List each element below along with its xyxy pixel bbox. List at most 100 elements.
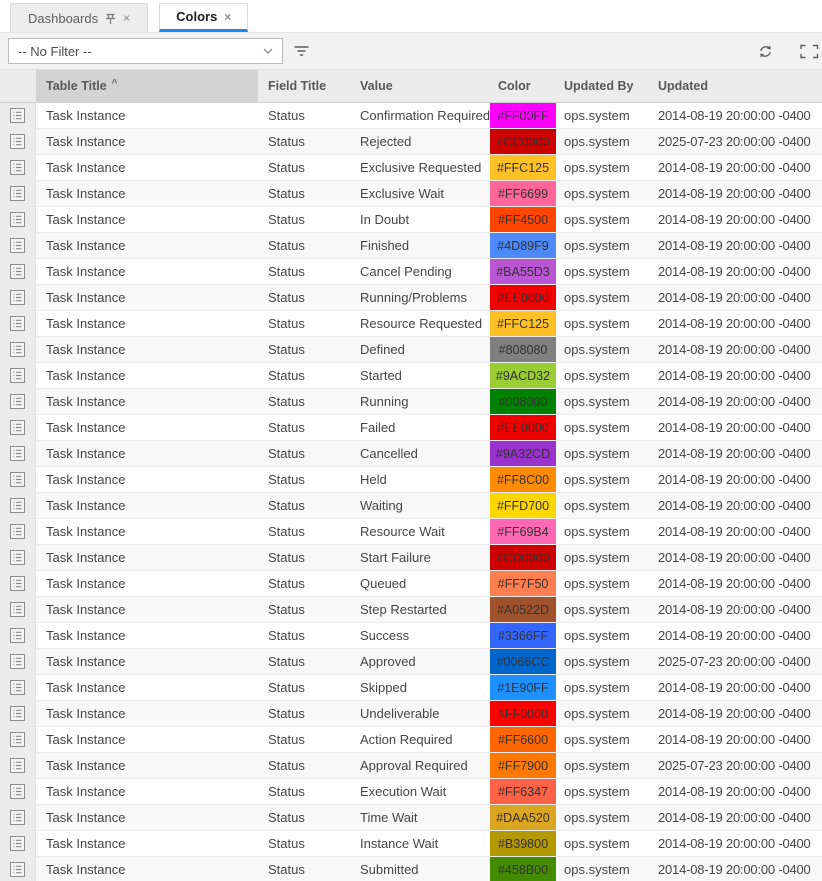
tab-colors[interactable]: Colors ×	[159, 3, 248, 32]
row-details-cell[interactable]	[0, 103, 36, 128]
table-row[interactable]: Task Instance Status Success #3366FF ops…	[0, 623, 822, 649]
row-details-cell[interactable]	[0, 337, 36, 362]
row-details-cell[interactable]	[0, 259, 36, 284]
record-details-icon	[10, 108, 25, 123]
expand-icon[interactable]	[800, 44, 822, 59]
cell-updated: 2014-08-19 20:00:00 -0400	[648, 103, 822, 128]
cell-color: #9ACD32	[490, 363, 556, 388]
table-row[interactable]: Task Instance Status Undeliverable #FF00…	[0, 701, 822, 727]
table-row[interactable]: Task Instance Status Defined #808080 ops…	[0, 337, 822, 363]
table-row[interactable]: Task Instance Status Exclusive Wait #FF6…	[0, 181, 822, 207]
row-details-cell[interactable]	[0, 545, 36, 570]
table-row[interactable]: Task Instance Status Execution Wait #FF6…	[0, 779, 822, 805]
refresh-icon[interactable]	[757, 43, 774, 60]
row-details-cell[interactable]	[0, 467, 36, 492]
table-row[interactable]: Task Instance Status Step Restarted #A05…	[0, 597, 822, 623]
cell-table-title: Task Instance	[36, 831, 258, 856]
table-row[interactable]: Task Instance Status Approval Required #…	[0, 753, 822, 779]
record-details-icon	[10, 602, 25, 617]
row-details-cell[interactable]	[0, 805, 36, 830]
cell-value: Approved	[350, 649, 490, 674]
cell-updated-by: ops.system	[556, 519, 648, 544]
table-row[interactable]: Task Instance Status Exclusive Requested…	[0, 155, 822, 181]
row-details-cell[interactable]	[0, 493, 36, 518]
filter-funnel-icon[interactable]	[293, 45, 310, 57]
row-details-cell[interactable]	[0, 441, 36, 466]
pin-icon[interactable]	[105, 12, 116, 25]
row-details-cell[interactable]	[0, 675, 36, 700]
row-details-cell[interactable]	[0, 181, 36, 206]
row-details-cell[interactable]	[0, 649, 36, 674]
table-row[interactable]: Task Instance Status Instance Wait #B398…	[0, 831, 822, 857]
table-row[interactable]: Task Instance Status Approved #0066CC op…	[0, 649, 822, 675]
row-details-cell[interactable]	[0, 623, 36, 648]
cell-updated: 2014-08-19 20:00:00 -0400	[648, 337, 822, 362]
row-details-cell[interactable]	[0, 415, 36, 440]
row-details-cell[interactable]	[0, 779, 36, 804]
header-table-title[interactable]: Table Title ^	[36, 70, 258, 102]
row-details-cell[interactable]	[0, 701, 36, 726]
cell-color: #FFC125	[490, 155, 556, 180]
table-row[interactable]: Task Instance Status Held #FF8C00 ops.sy…	[0, 467, 822, 493]
cell-table-title: Task Instance	[36, 571, 258, 596]
row-details-cell[interactable]	[0, 233, 36, 258]
filter-dropdown[interactable]: -- No Filter --	[8, 38, 283, 64]
cell-table-title: Task Instance	[36, 779, 258, 804]
cell-field-title: Status	[258, 155, 350, 180]
table-row[interactable]: Task Instance Status Time Wait #DAA520 o…	[0, 805, 822, 831]
cell-table-title: Task Instance	[36, 623, 258, 648]
table-row[interactable]: Task Instance Status Action Required #FF…	[0, 727, 822, 753]
table-row[interactable]: Task Instance Status Submitted #458B00 o…	[0, 857, 822, 881]
table-row[interactable]: Task Instance Status Cancelled #9A32CD o…	[0, 441, 822, 467]
table-row[interactable]: Task Instance Status In Doubt #FF4500 op…	[0, 207, 822, 233]
table-row[interactable]: Task Instance Status Queued #FF7F50 ops.…	[0, 571, 822, 597]
row-details-cell[interactable]	[0, 519, 36, 544]
cell-field-title: Status	[258, 467, 350, 492]
row-details-cell[interactable]	[0, 389, 36, 414]
table-row[interactable]: Task Instance Status Resource Requested …	[0, 311, 822, 337]
cell-value: Cancel Pending	[350, 259, 490, 284]
table-row[interactable]: Task Instance Status Start Failure #CD00…	[0, 545, 822, 571]
header-updated-by[interactable]: Updated By	[556, 70, 648, 102]
row-details-cell[interactable]	[0, 155, 36, 180]
table-row[interactable]: Task Instance Status Skipped #1E90FF ops…	[0, 675, 822, 701]
table-row[interactable]: Task Instance Status Failed #EE0000 ops.…	[0, 415, 822, 441]
table-row[interactable]: Task Instance Status Running/Problems #E…	[0, 285, 822, 311]
table-row[interactable]: Task Instance Status Confirmation Requir…	[0, 103, 822, 129]
tab-dashboards[interactable]: Dashboards ×	[10, 3, 148, 32]
row-details-cell[interactable]	[0, 285, 36, 310]
header-color[interactable]: Color	[490, 70, 556, 102]
table-row[interactable]: Task Instance Status Finished #4D89F9 op…	[0, 233, 822, 259]
row-details-cell[interactable]	[0, 571, 36, 596]
cell-field-title: Status	[258, 519, 350, 544]
close-icon[interactable]: ×	[123, 12, 130, 24]
color-swatch: #0066CC	[490, 649, 556, 674]
cell-table-title: Task Instance	[36, 857, 258, 881]
header-updated[interactable]: Updated	[648, 70, 822, 102]
filter-dropdown-value: -- No Filter --	[18, 44, 92, 59]
cell-updated-by: ops.system	[556, 129, 648, 154]
row-details-cell[interactable]	[0, 311, 36, 336]
table-row[interactable]: Task Instance Status Running #008000 ops…	[0, 389, 822, 415]
cell-updated-by: ops.system	[556, 233, 648, 258]
row-details-cell[interactable]	[0, 363, 36, 388]
cell-updated: 2025-07-23 20:00:00 -0400	[648, 753, 822, 778]
cell-color: #FF6600	[490, 727, 556, 752]
cell-color: #FF6347	[490, 779, 556, 804]
row-details-cell[interactable]	[0, 597, 36, 622]
table-row[interactable]: Task Instance Status Cancel Pending #BA5…	[0, 259, 822, 285]
row-details-cell[interactable]	[0, 727, 36, 752]
row-details-cell[interactable]	[0, 831, 36, 856]
row-details-cell[interactable]	[0, 753, 36, 778]
close-icon[interactable]: ×	[224, 11, 231, 23]
table-row[interactable]: Task Instance Status Resource Wait #FF69…	[0, 519, 822, 545]
header-value[interactable]: Value	[350, 70, 490, 102]
header-field-title[interactable]: Field Title	[258, 70, 350, 102]
table-row[interactable]: Task Instance Status Waiting #FFD700 ops…	[0, 493, 822, 519]
row-details-cell[interactable]	[0, 207, 36, 232]
table-row[interactable]: Task Instance Status Rejected #CC0000 op…	[0, 129, 822, 155]
row-details-cell[interactable]	[0, 129, 36, 154]
cell-table-title: Task Instance	[36, 701, 258, 726]
table-row[interactable]: Task Instance Status Started #9ACD32 ops…	[0, 363, 822, 389]
row-details-cell[interactable]	[0, 857, 36, 881]
